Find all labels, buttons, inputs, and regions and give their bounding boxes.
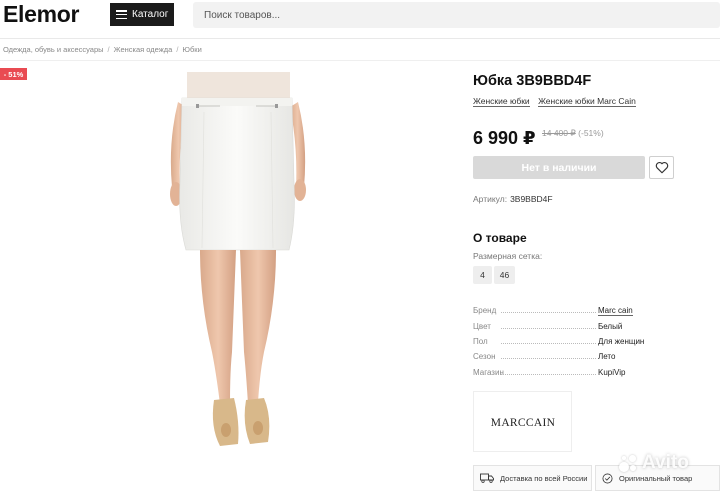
spec-key: Бренд [473, 306, 598, 315]
category-link-marc-cain-skirts[interactable]: Женские юбки Marc Cain [538, 96, 636, 107]
spec-row-brand: Бренд Marc cain [473, 303, 673, 318]
catalog-button[interactable]: Каталог [110, 3, 174, 26]
old-price: 14 400 ₽ (-51%) [542, 128, 604, 139]
spec-value: KupiVip [598, 367, 626, 377]
breadcrumb-separator: / [176, 45, 179, 54]
discount-percent: (-51%) [578, 128, 604, 138]
breadcrumb-item-skirts[interactable]: Юбки [182, 45, 201, 54]
catalog-button-label: Каталог [132, 9, 169, 20]
about-heading: О товаре [473, 231, 527, 245]
avito-watermark-text: Avito [642, 452, 689, 473]
brand-logo-card[interactable]: MARCCAIN [473, 391, 572, 452]
search-input[interactable] [204, 9, 720, 21]
breadcrumb-item-clothing[interactable]: Одежда, обувь и аксессуары [3, 45, 104, 54]
site-logo[interactable]: Elemor [3, 1, 79, 28]
spec-row-season: Сезон Лето [473, 349, 673, 364]
spec-key: Цвет [473, 322, 598, 331]
spec-value-brand-link[interactable]: Marc cain [598, 306, 633, 316]
feature-delivery-label: Доставка по всей России [500, 473, 588, 483]
product-photo[interactable] [160, 72, 310, 491]
favorite-button[interactable] [649, 156, 674, 179]
sku: Артикул: 3B9BBD4F [473, 194, 553, 204]
feature-delivery: Доставка по всей России [473, 465, 592, 491]
spec-value: Для женщин [598, 336, 645, 346]
product-price: 6 990 ₽ [473, 128, 536, 148]
category-link-womens-skirts[interactable]: Женские юбки [473, 96, 530, 107]
size-chip[interactable]: 4 [473, 266, 492, 284]
old-price-value: 14 400 ₽ [542, 128, 576, 138]
svg-text:MARCCAIN: MARCCAIN [490, 417, 555, 429]
feature-original-label: Оригинальный товар [619, 473, 693, 483]
spec-row-color: Цвет Белый [473, 318, 673, 333]
breadcrumb-divider [0, 60, 720, 61]
spec-value: Лето [598, 352, 616, 362]
product-categories: Женские юбки Женские юбки Marc Cain [473, 96, 642, 107]
breadcrumb: Одежда, обувь и аксессуары / Женская одежд… [3, 45, 202, 54]
size-chip[interactable]: 46 [494, 266, 515, 284]
discount-badge: - 51% [0, 68, 27, 80]
spec-key: Магазин [473, 368, 598, 377]
spec-row-store: Магазин KupiVip [473, 365, 673, 380]
site-header: Elemor Каталог [0, 0, 720, 36]
product-title: Юбка 3B9BBD4F [473, 73, 592, 89]
breadcrumb-separator: / [107, 45, 110, 54]
search-bar[interactable] [193, 2, 720, 28]
header-divider [0, 38, 720, 39]
sku-value: 3B9BBD4F [510, 194, 553, 204]
heart-icon [655, 161, 668, 174]
spec-value: Белый [598, 321, 623, 331]
spec-key: Сезон [473, 352, 598, 361]
sku-label: Артикул: [473, 194, 508, 204]
truck-icon [480, 473, 494, 483]
size-grid-label: Размерная сетка: [473, 251, 543, 261]
spec-key: Пол [473, 337, 598, 346]
menu-icon [116, 10, 127, 19]
avito-logo-icon [618, 453, 638, 473]
brand-logo: MARCCAIN [490, 417, 555, 429]
out-of-stock-button[interactable]: Нет в наличии [473, 156, 645, 179]
avito-watermark: Avito [618, 452, 689, 474]
check-icon [602, 473, 613, 483]
spec-row-gender: Пол Для женщин [473, 334, 673, 349]
breadcrumb-item-womens[interactable]: Женская одежда [114, 45, 173, 54]
specs-table: Бренд Marc cain Цвет Белый Пол Для женщи… [473, 303, 673, 380]
